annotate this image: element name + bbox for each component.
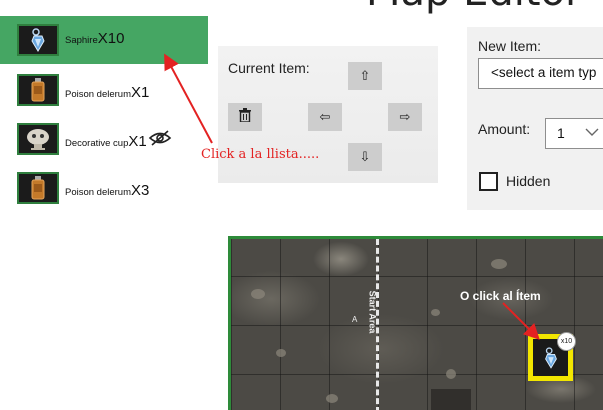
hidden-checkbox[interactable] xyxy=(479,172,498,191)
flask-icon xyxy=(17,74,59,106)
new-item-label: New Item: xyxy=(478,38,542,54)
item-type-select[interactable]: <select a item typ xyxy=(478,58,603,89)
amount-label: Amount: xyxy=(478,121,531,137)
map-rock xyxy=(491,259,507,269)
token-qty-badge: x10 xyxy=(557,332,576,351)
inventory-item-name: Poison delerum xyxy=(65,89,132,100)
map-grid xyxy=(231,239,603,410)
inventory-item-saphire[interactable]: SaphireX10 xyxy=(0,16,208,64)
move-left-button[interactable]: ⇦ xyxy=(308,103,342,131)
inventory-item-name: Saphire xyxy=(65,35,98,46)
current-item-label: Current Item: xyxy=(228,60,310,76)
delete-button[interactable] xyxy=(228,103,262,131)
inventory-item-qty: X3 xyxy=(131,182,150,199)
inventory-item-poison-2[interactable]: Poison delerumX3 xyxy=(0,166,208,214)
map-canvas[interactable]: Start Area A x10 xyxy=(228,236,603,410)
start-area-sub: A xyxy=(352,315,358,324)
inventory-item-decorative-cup[interactable]: Decorative cupX1 xyxy=(0,117,208,165)
eye-off-icon xyxy=(148,129,172,152)
chevron-down-icon xyxy=(585,124,599,142)
hidden-label: Hidden xyxy=(506,173,551,189)
inventory-item-name: Poison delerum xyxy=(65,187,132,198)
page-title: Map Editor xyxy=(366,0,582,14)
annotation-list-hint: Click a la llista..... xyxy=(201,147,320,162)
trash-icon xyxy=(239,108,251,126)
map-rock xyxy=(251,289,265,299)
move-up-button[interactable]: ⇧ xyxy=(348,62,382,90)
start-area-label: Start Area xyxy=(367,290,378,334)
map-rock xyxy=(431,309,440,316)
inventory-item-poison-1[interactable]: Poison delerumX1 xyxy=(0,68,208,116)
cup-icon xyxy=(17,123,59,155)
flask-icon xyxy=(17,172,59,204)
map-rock xyxy=(326,394,338,403)
map-rock xyxy=(276,349,286,357)
inventory-item-qty: X1 xyxy=(131,84,150,101)
inventory-item-qty: X10 xyxy=(97,30,125,47)
inventory-item-name: Decorative cup xyxy=(65,138,129,149)
map-structure xyxy=(431,389,471,410)
annotation-item-hint: O click al Ítem xyxy=(460,289,541,303)
map-rock xyxy=(446,369,456,379)
gem-icon xyxy=(17,24,59,56)
inventory-item-qty: X1 xyxy=(128,133,147,150)
move-right-button[interactable]: ⇨ xyxy=(388,103,422,131)
move-down-button[interactable]: ⇩ xyxy=(348,143,382,171)
